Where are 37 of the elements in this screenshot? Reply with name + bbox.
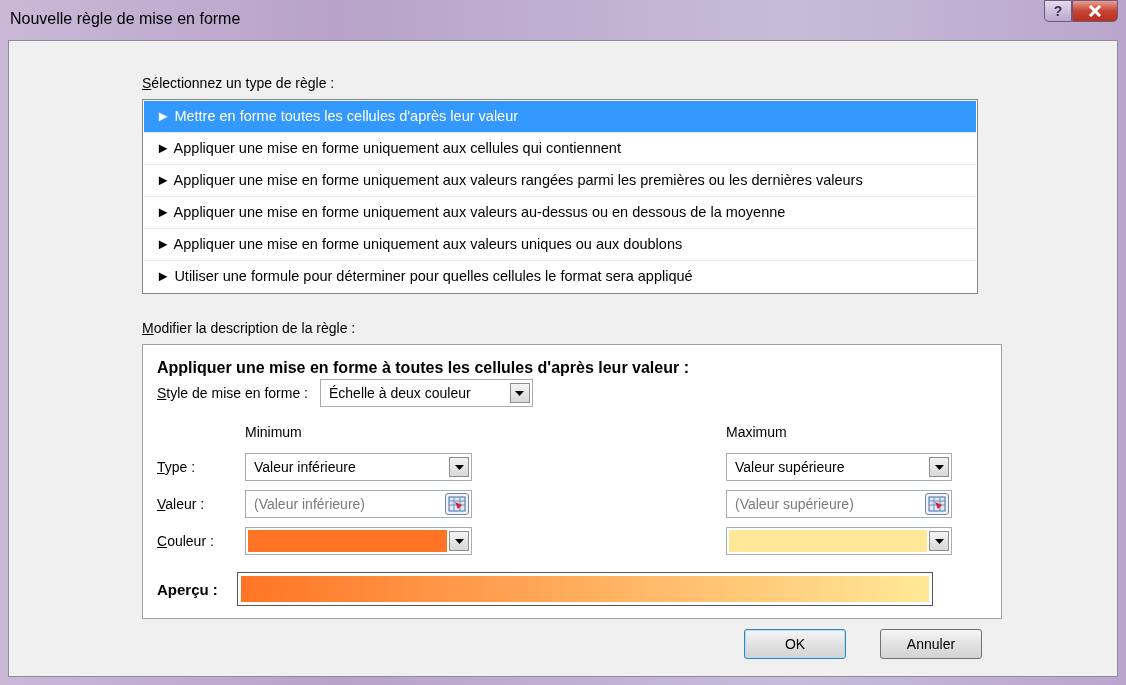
rule-type-item[interactable]: ► Utiliser une formule pour déterminer pour quelles cellules le format sera appliqué	[144, 261, 976, 292]
rule-type-item[interactable]: ► Appliquer une mise en forme uniquement aux cellules qui contiennent	[144, 133, 976, 165]
rule-type-label: Sélectionnez un type de règle :	[142, 75, 335, 91]
value-input[interactable]: (Valeur inférieure)	[248, 495, 445, 513]
range-select-button[interactable]	[925, 493, 949, 515]
cancel-button[interactable]: Annuler	[880, 629, 982, 659]
dropdown-arrow-icon	[934, 538, 944, 544]
color-dropdown[interactable]	[245, 527, 472, 555]
style-dropdown[interactable]: Échelle à deux couleur	[319, 379, 533, 407]
type-dropdown[interactable]: Valeur inférieure	[245, 453, 472, 481]
close-button[interactable]	[1072, 0, 1118, 22]
preview-label: Aperçu :	[157, 580, 219, 598]
dropdown-arrow-icon	[515, 390, 525, 396]
help-button[interactable]: ?	[1044, 0, 1072, 22]
range-select-button[interactable]	[445, 493, 469, 515]
type-label: Type :	[157, 459, 197, 475]
rule-type-item[interactable]: ► Appliquer une mise en forme uniquement aux valeurs rangées parmi les premières ou les dernières valeurs	[144, 165, 976, 197]
column-heading: Minimum	[245, 424, 303, 440]
close-icon	[1088, 5, 1102, 17]
value-field[interactable]: (Valeur inférieure)	[245, 490, 472, 518]
rule-type-item[interactable]: ► Appliquer une mise en forme uniquement aux valeurs au-dessus ou en dessous de la moyenne	[144, 197, 976, 229]
window-title: Nouvelle règle de mise en forme	[9, 10, 241, 28]
dropdown-arrow-icon	[454, 464, 464, 470]
type-dropdown[interactable]: Valeur supérieure	[726, 453, 952, 481]
dropdown-arrow-icon	[454, 538, 464, 544]
color-dropdown[interactable]	[726, 527, 952, 555]
color-label: Couleur :	[157, 533, 215, 549]
dropdown-arrow-icon	[934, 464, 944, 470]
column-heading: Maximum	[726, 424, 788, 440]
description-heading: Appliquer une mise en forme à toutes les cellules d'après leur valeur :	[157, 359, 689, 377]
value-label: Valeur :	[157, 496, 206, 512]
value-input[interactable]: (Valeur supérieure)	[729, 495, 925, 513]
ok-button[interactable]: OK	[744, 629, 846, 659]
value-field[interactable]: (Valeur supérieure)	[726, 490, 952, 518]
style-label: Style de mise en forme :	[157, 385, 308, 401]
rule-type-item[interactable]: ► Appliquer une mise en forme uniquement aux valeurs uniques ou aux doublons	[144, 229, 976, 261]
description-label: Modifier la description de la règle :	[142, 320, 356, 336]
